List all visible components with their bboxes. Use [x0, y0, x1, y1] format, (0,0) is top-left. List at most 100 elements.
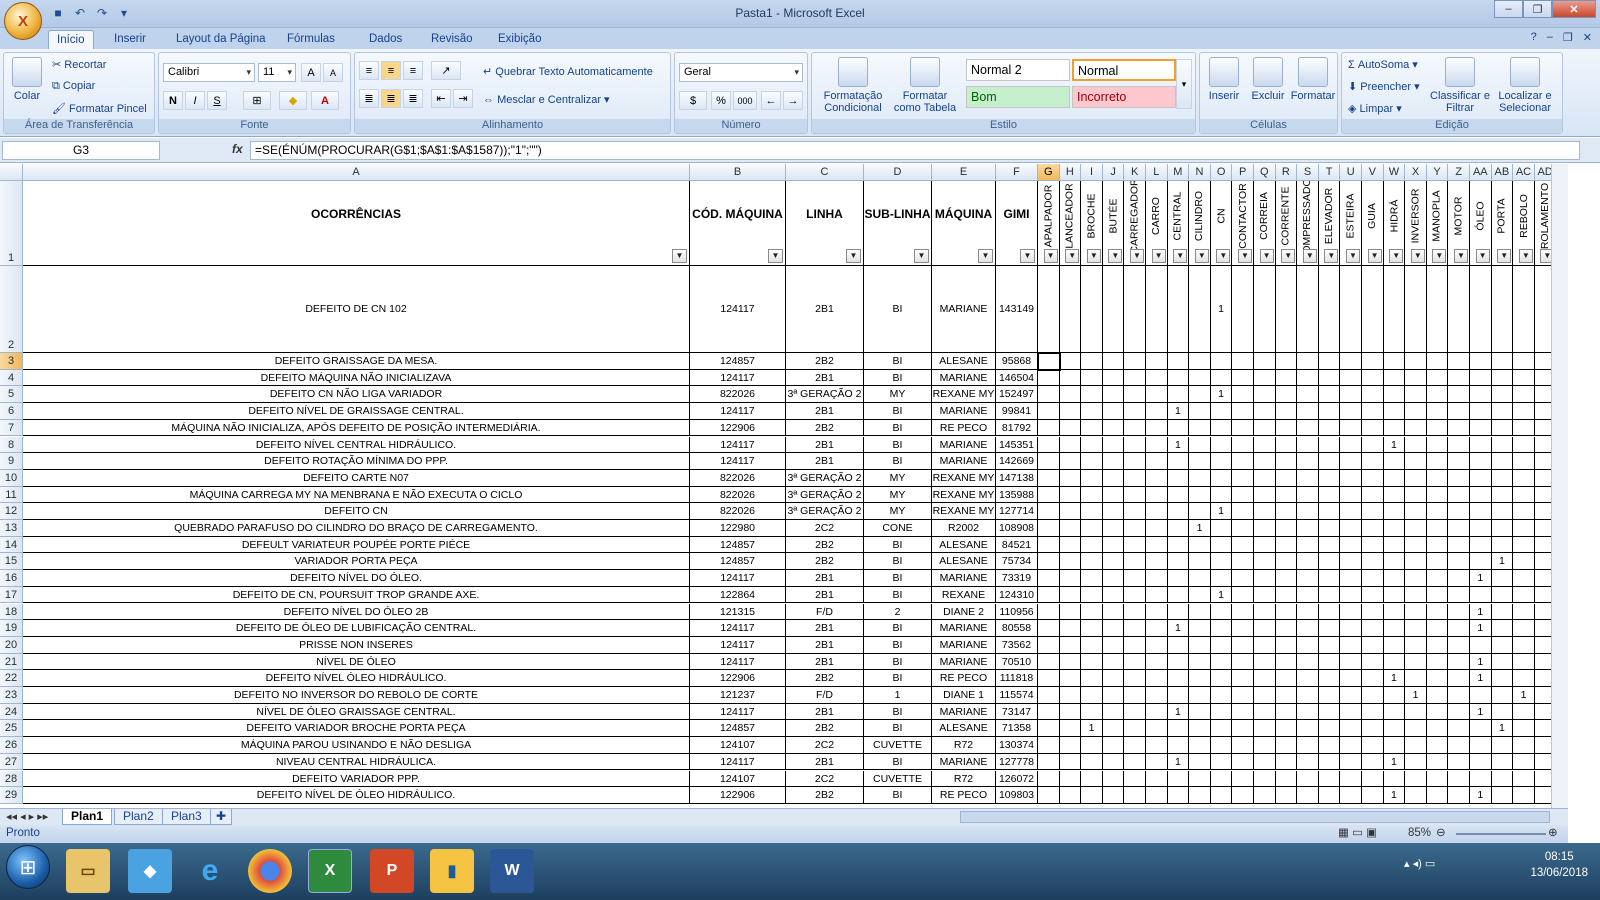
thousands-icon[interactable]: 000	[733, 91, 757, 110]
cell-w9[interactable]	[1383, 453, 1406, 470]
cell-w21[interactable]	[1383, 653, 1406, 671]
cell-t21[interactable]	[1318, 653, 1341, 671]
cell-aa17[interactable]	[1470, 586, 1492, 604]
cell-j11[interactable]	[1102, 486, 1125, 504]
cell-a21[interactable]: NÍVEL DE ÓLEO	[23, 653, 690, 671]
filter-dropdown-icon[interactable]: ▼	[1410, 249, 1425, 263]
cell-e23[interactable]: DIANE 1	[932, 687, 996, 704]
cell-y28[interactable]	[1426, 770, 1449, 788]
cell-ad2[interactable]	[1534, 266, 1551, 353]
cell-j7[interactable]	[1102, 419, 1125, 437]
cell-k18[interactable]	[1124, 603, 1146, 621]
cell-j17[interactable]	[1102, 586, 1125, 604]
cell-e16[interactable]: MARIANE	[932, 570, 996, 587]
cell-r10[interactable]	[1275, 469, 1298, 487]
cell-e12[interactable]: REXANE MY	[932, 503, 996, 520]
cell-v12[interactable]	[1362, 503, 1384, 520]
cell-q18[interactable]	[1254, 603, 1276, 621]
cell-v19[interactable]	[1362, 620, 1384, 637]
cell-q21[interactable]	[1254, 653, 1276, 671]
cell-w25[interactable]	[1383, 720, 1406, 738]
cell-i28[interactable]	[1081, 770, 1103, 788]
filter-dropdown-icon[interactable]: ▼	[1367, 249, 1382, 263]
header-cell-y[interactable]: MANOPLA ▼	[1426, 181, 1449, 266]
cell-n3[interactable]	[1189, 353, 1211, 370]
header-cell-d[interactable]: SUB-LINHA ▼	[864, 181, 932, 266]
cell-q13[interactable]	[1254, 520, 1276, 537]
cell-ac22[interactable]	[1513, 670, 1535, 687]
header-cell-g[interactable]: APALPADOR ▼	[1038, 181, 1060, 266]
cell-q8[interactable]	[1254, 436, 1276, 454]
font-name-select[interactable]: Calibri	[163, 63, 255, 82]
cell-l7[interactable]	[1146, 419, 1168, 437]
cell-u16[interactable]	[1340, 570, 1362, 587]
cell-n12[interactable]	[1189, 503, 1211, 520]
explorer-icon[interactable]: ▭	[66, 849, 110, 893]
cell-y21[interactable]	[1426, 653, 1449, 671]
cell-w18[interactable]	[1383, 603, 1406, 621]
cell-ad29[interactable]	[1534, 787, 1551, 804]
cell-g26[interactable]	[1038, 737, 1060, 754]
cell-c29[interactable]: 2B2	[786, 787, 864, 804]
cell-r3[interactable]	[1275, 353, 1298, 370]
cell-v6[interactable]	[1362, 403, 1384, 420]
cell-w13[interactable]	[1383, 520, 1406, 537]
cell-k21[interactable]	[1124, 653, 1146, 671]
cell-a17[interactable]: DEFEITO DE CN, POURSUIT TROP GRANDE AXE.	[23, 586, 690, 604]
cell-r28[interactable]	[1275, 770, 1298, 788]
cell-q24[interactable]	[1254, 703, 1276, 721]
align-left-icon[interactable]: ≣	[359, 89, 379, 108]
cell-p22[interactable]	[1232, 670, 1254, 687]
filter-dropdown-icon[interactable]: ▼	[1453, 249, 1468, 263]
cell-p23[interactable]	[1232, 687, 1254, 704]
cell-c24[interactable]: 2B1	[786, 703, 864, 721]
format-painter-button[interactable]: 🖌 Formatar Pincel	[52, 102, 147, 115]
cell-p29[interactable]	[1232, 787, 1254, 804]
cell-x21[interactable]	[1405, 653, 1427, 671]
cell-d22[interactable]: BI	[864, 670, 932, 687]
header-cell-a[interactable]: OCORRÊNCIAS ▼	[23, 181, 690, 266]
header-cell-f[interactable]: GIMI ▼	[996, 181, 1038, 266]
cell-i21[interactable]	[1081, 653, 1103, 671]
cell-i2[interactable]	[1081, 266, 1103, 353]
cell-q17[interactable]	[1254, 586, 1276, 604]
cell-p15[interactable]	[1232, 553, 1254, 571]
cell-ac12[interactable]	[1513, 503, 1535, 520]
cell-b6[interactable]: 124117	[690, 403, 786, 420]
cell-d8[interactable]: BI	[864, 436, 932, 454]
cell-k20[interactable]	[1124, 636, 1146, 654]
cell-c9[interactable]: 2B1	[786, 453, 864, 470]
cell-c6[interactable]: 2B1	[786, 403, 864, 420]
cell-c25[interactable]: 2B2	[786, 720, 864, 738]
cell-g22[interactable]	[1038, 670, 1060, 687]
conditional-format-button[interactable]: Formatação Condicional	[818, 57, 888, 114]
sort-filter-button[interactable]: Classificar e Filtrar	[1430, 57, 1490, 114]
cell-z10[interactable]	[1448, 469, 1470, 487]
header-cell-q[interactable]: CORREIA ▼	[1254, 181, 1276, 266]
cell-ad23[interactable]	[1534, 687, 1551, 704]
cell-ab16[interactable]	[1491, 570, 1514, 587]
cell-g20[interactable]	[1038, 636, 1060, 654]
cell-ad3[interactable]	[1534, 353, 1551, 370]
cell-ac29[interactable]	[1513, 787, 1535, 804]
borders-icon[interactable]: ⊞	[243, 91, 271, 110]
column-header-a[interactable]: A	[23, 164, 690, 181]
cell-w15[interactable]	[1383, 553, 1406, 571]
cell-m13[interactable]	[1167, 520, 1190, 537]
cell-m4[interactable]	[1167, 369, 1190, 387]
cell-ac3[interactable]	[1513, 353, 1535, 370]
cell-f17[interactable]: 124310	[996, 586, 1038, 604]
cell-m26[interactable]	[1167, 737, 1190, 754]
cell-k11[interactable]	[1124, 486, 1146, 504]
cell-e15[interactable]: ALESANE	[932, 553, 996, 571]
cell-ad27[interactable]	[1534, 754, 1551, 771]
cell-v9[interactable]	[1362, 453, 1384, 470]
cell-l27[interactable]	[1146, 753, 1168, 771]
cell-r11[interactable]	[1275, 486, 1298, 504]
filter-dropdown-icon[interactable]: ▼	[1065, 249, 1080, 263]
cell-f4[interactable]: 146504	[996, 369, 1038, 387]
cell-n6[interactable]	[1189, 403, 1211, 420]
cell-l2[interactable]	[1146, 266, 1168, 353]
cell-g4[interactable]	[1038, 369, 1060, 387]
cell-v22[interactable]	[1362, 670, 1384, 687]
